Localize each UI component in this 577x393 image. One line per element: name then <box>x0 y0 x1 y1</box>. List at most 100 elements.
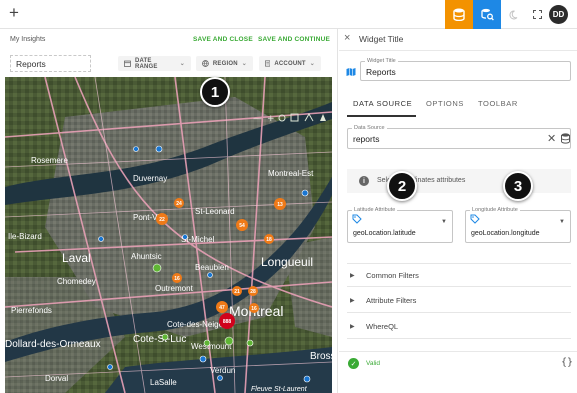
map-point[interactable] <box>98 236 104 242</box>
longitude-attribute-select[interactable]: Longitude Attribute geoLocation.longitud… <box>465 207 571 243</box>
database-button[interactable] <box>445 0 473 29</box>
satellite-map[interactable]: — + Rosemere Montreal-Est Laval Chomedey… <box>5 77 332 393</box>
active-tab-indicator <box>347 115 416 117</box>
section-label: WhereQL <box>366 322 399 331</box>
add-icon[interactable]: + <box>9 3 19 23</box>
map-label: Dollard-des-Ormeaux <box>5 339 101 350</box>
map-label: Ahuntsic <box>131 252 162 261</box>
info-icon: i <box>359 176 369 186</box>
chevron-down-icon: ⌄ <box>309 61 315 67</box>
map-point[interactable] <box>152 263 162 273</box>
section-common-filters[interactable]: ▶ Common Filters <box>347 263 571 287</box>
breadcrumb[interactable]: My Insights <box>10 36 45 43</box>
account-filter[interactable]: ACCOUNT ⌄ <box>259 56 321 71</box>
longitude-label: Longitude Attribute <box>470 207 520 213</box>
fullscreen-button[interactable] <box>525 0 549 29</box>
map-point[interactable] <box>224 336 234 346</box>
map-point[interactable] <box>303 375 311 383</box>
map-point[interactable] <box>133 146 139 152</box>
section-label: Attribute Filters <box>366 296 417 305</box>
map-point[interactable] <box>161 333 169 341</box>
widget-editor-panel: × Widget Title Widget Title Reports DATA… <box>339 29 577 393</box>
map-label: LaSalle <box>150 378 177 387</box>
caret-right-icon: ▶ <box>350 324 355 330</box>
data-source-label: Data Source <box>352 125 387 131</box>
chevron-down-icon: ⌄ <box>241 61 247 67</box>
zoom-out-icon[interactable]: — <box>253 114 262 124</box>
map-point[interactable] <box>155 145 163 153</box>
callout-badge: 1 <box>200 77 230 107</box>
latitude-attribute-select[interactable]: Latitude Attribute geoLocation.latitude … <box>347 207 453 243</box>
map-point[interactable] <box>207 272 213 278</box>
map-widget[interactable]: — + Rosemere Montreal-Est Laval Chomedey… <box>5 77 332 393</box>
map-label: Duvernay <box>133 174 167 183</box>
map-label: Outremont <box>155 284 194 293</box>
data-source-field[interactable]: Data Source reports ✕ <box>347 125 571 149</box>
dropdown-arrow-icon[interactable]: ▼ <box>441 219 447 225</box>
dropdown-arrow-icon[interactable]: ▼ <box>559 219 565 225</box>
tag-icon <box>352 214 362 224</box>
map-label: Verdun <box>210 366 235 375</box>
cluster-count: 18 <box>266 237 272 243</box>
cluster-count: 24 <box>176 201 182 207</box>
longitude-value: geoLocation.longitude <box>471 230 540 237</box>
map-point[interactable] <box>199 355 207 363</box>
save-and-continue-button[interactable]: SAVE AND CONTINUE <box>258 36 330 43</box>
callout-badge: 3 <box>503 171 533 201</box>
cluster-count: 16 <box>251 306 257 312</box>
map-point[interactable] <box>301 189 309 197</box>
map-label: Pierrefonds <box>11 306 52 315</box>
map-point[interactable] <box>246 339 254 347</box>
database-icon[interactable] <box>561 133 570 144</box>
cluster-count: 28 <box>250 289 256 295</box>
panel-header: × Widget Title <box>339 29 577 51</box>
database-icon <box>453 8 465 21</box>
map-label: Laval <box>62 251 91 265</box>
latitude-value: geoLocation.latitude <box>353 230 416 237</box>
clear-icon[interactable]: ✕ <box>547 132 556 145</box>
tab-options[interactable]: OPTIONS <box>426 99 464 108</box>
widget-title-value[interactable]: Reports <box>366 67 396 77</box>
json-icon[interactable]: {} <box>561 357 573 368</box>
map-point[interactable] <box>107 364 113 370</box>
callout-badge: 2 <box>387 171 417 201</box>
section-whereql[interactable]: ▶ WhereQL <box>347 315 571 339</box>
map-point[interactable] <box>217 375 223 381</box>
theme-toggle-button[interactable] <box>501 0 525 29</box>
region-filter[interactable]: REGION ⌄ <box>196 56 253 71</box>
document-icon <box>265 60 271 67</box>
avatar[interactable]: DD <box>549 5 568 24</box>
map-icon <box>346 68 356 76</box>
chevron-down-icon: ⌄ <box>179 61 185 67</box>
insight-title-input[interactable]: Reports <box>10 55 91 72</box>
info-banner: i Select coordinates attributes <box>347 169 571 193</box>
close-icon[interactable]: × <box>344 32 350 44</box>
tag-icon <box>470 214 480 224</box>
moon-icon <box>509 9 518 19</box>
map-label: Cote-des-Neiges <box>167 320 227 329</box>
widget-title-field[interactable]: Widget Title Reports <box>360 58 571 81</box>
tab-toolbar[interactable]: TOOLBAR <box>478 99 518 108</box>
map-label: Rosemere <box>31 156 68 165</box>
cluster-count: 54 <box>239 223 245 229</box>
map-label: Brossard <box>310 351 332 362</box>
map-label: Cote-St-Luc <box>133 334 186 345</box>
map-point[interactable] <box>203 339 211 347</box>
region-label: REGION <box>212 60 238 67</box>
zoom-in-icon[interactable]: + <box>267 114 275 124</box>
cluster-count: 21 <box>234 289 240 295</box>
search-data-icon <box>480 8 494 21</box>
check-circle-icon: ✓ <box>348 358 359 369</box>
map-label: St-Leonard <box>195 207 235 216</box>
map-point[interactable] <box>182 234 188 240</box>
tab-data-source[interactable]: DATA SOURCE <box>353 99 412 108</box>
map-label: Ile-Bizard <box>8 232 42 241</box>
date-range-filter[interactable]: DATE RANGE ⌄ <box>118 56 191 71</box>
section-attribute-filters[interactable]: ▶ Attribute Filters <box>347 289 571 313</box>
map-label: Longueuil <box>261 255 313 269</box>
search-data-button[interactable] <box>473 0 501 29</box>
data-source-value[interactable]: reports <box>353 134 379 144</box>
save-and-close-button[interactable]: SAVE AND CLOSE <box>193 36 253 43</box>
insight-canvas: My Insights SAVE AND CLOSE SAVE AND CONT… <box>0 29 338 393</box>
status-text: Valid <box>366 360 380 367</box>
